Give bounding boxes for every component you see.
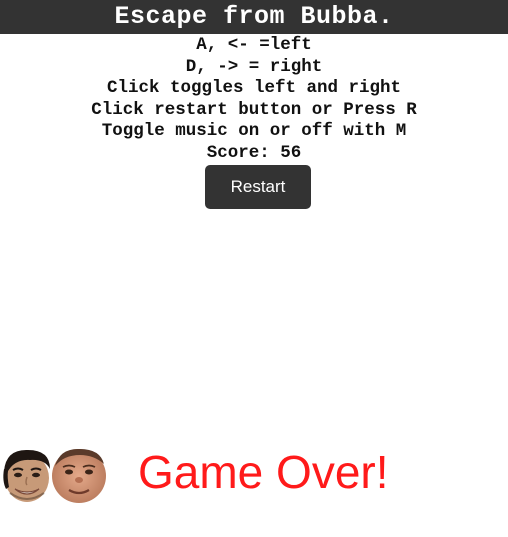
restart-button[interactable]: Restart: [205, 165, 311, 209]
instruction-right: D, -> = right: [185, 56, 323, 77]
score-value: 56: [280, 142, 302, 163]
score-display: Score: 56: [0, 143, 508, 165]
instruction-music: Toggle music on or off with M: [101, 121, 407, 142]
title-bar: Escape from Bubba.: [0, 0, 508, 34]
page-title: Escape from Bubba.: [114, 2, 394, 31]
instruction-click: Click toggles left and right: [106, 78, 402, 99]
player-face-icon: [0, 447, 54, 503]
instruction-restart: Click restart button or Press R: [91, 99, 417, 120]
bubba-face-icon: [52, 448, 106, 503]
score-label: Score:: [206, 142, 270, 163]
instruction-left: A, <- =left: [196, 35, 312, 55]
game-over-message: Game Over!: [138, 446, 389, 498]
instructions-panel: A, <- =left D, -> = right Click toggles …: [0, 35, 508, 165]
